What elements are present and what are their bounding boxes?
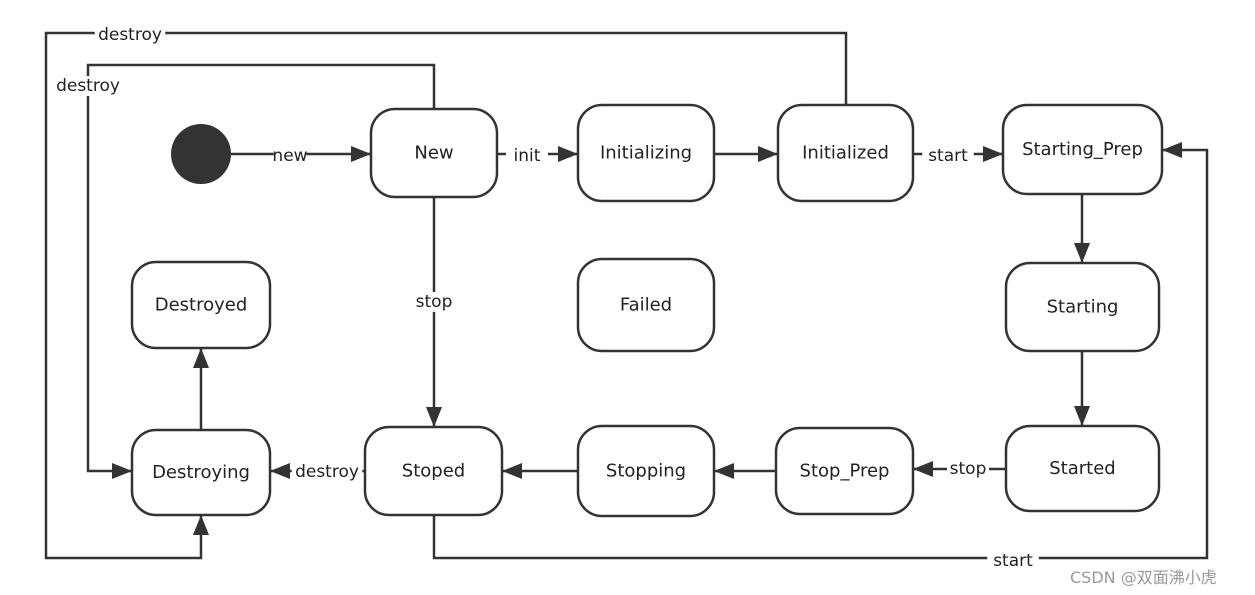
state-failed: Failed xyxy=(576,257,716,353)
state-initialized: Initialized xyxy=(776,103,915,203)
transition-label: stop xyxy=(416,292,453,312)
state-label: Stoped xyxy=(402,461,465,482)
transition-initialized-to-starting-prep: start xyxy=(913,146,1003,166)
state-label: Started xyxy=(1049,458,1115,479)
transition-started-to-stop-prep: stop xyxy=(913,459,1006,479)
state-label: Stop_Prep xyxy=(800,461,890,482)
state-starting-prep: Starting_Prep xyxy=(1001,103,1164,196)
state-new: New xyxy=(369,107,499,199)
initial-state xyxy=(171,124,231,184)
transition-label: start xyxy=(928,146,968,166)
state-label: Destroyed xyxy=(155,295,248,316)
transition-label: destroy xyxy=(56,76,120,96)
state-label: Stopping xyxy=(606,461,686,482)
transition-stoped-to-destroying: destroy xyxy=(270,462,365,482)
state-destroyed: Destroyed xyxy=(130,260,272,350)
state-label: Initializing xyxy=(600,143,692,164)
transition-label: new xyxy=(272,146,307,166)
state-stoped: Stoped xyxy=(363,425,504,517)
state-label: Starting xyxy=(1047,297,1119,318)
state-label: Initialized xyxy=(802,143,889,164)
state-starting: Starting xyxy=(1004,261,1161,353)
watermark: CSDN @双面沸小虎 xyxy=(1070,568,1217,587)
state-diagram: new init start stop destroy stop destroy destro… xyxy=(44,25,1217,587)
state-initializing: Initializing xyxy=(576,103,716,203)
state-destroying: Destroying xyxy=(130,428,272,517)
transition-new-to-stoped: stop xyxy=(413,197,455,427)
state-stopping: Stopping xyxy=(576,424,716,518)
transition-initial-to-new: new xyxy=(231,146,371,166)
state-started: Started xyxy=(1004,424,1161,513)
transition-label: start xyxy=(993,551,1033,571)
state-label: Failed xyxy=(620,295,672,316)
state-label: Starting_Prep xyxy=(1022,139,1143,160)
transition-label: destroy xyxy=(98,25,162,45)
transition-label: stop xyxy=(950,459,987,479)
state-label: Destroying xyxy=(152,462,250,483)
transition-new-to-initializing: init xyxy=(497,146,578,166)
transition-label: destroy xyxy=(295,462,359,482)
state-label: New xyxy=(414,143,453,164)
transition-label: init xyxy=(514,146,541,166)
state-stop-prep: Stop_Prep xyxy=(774,426,915,516)
